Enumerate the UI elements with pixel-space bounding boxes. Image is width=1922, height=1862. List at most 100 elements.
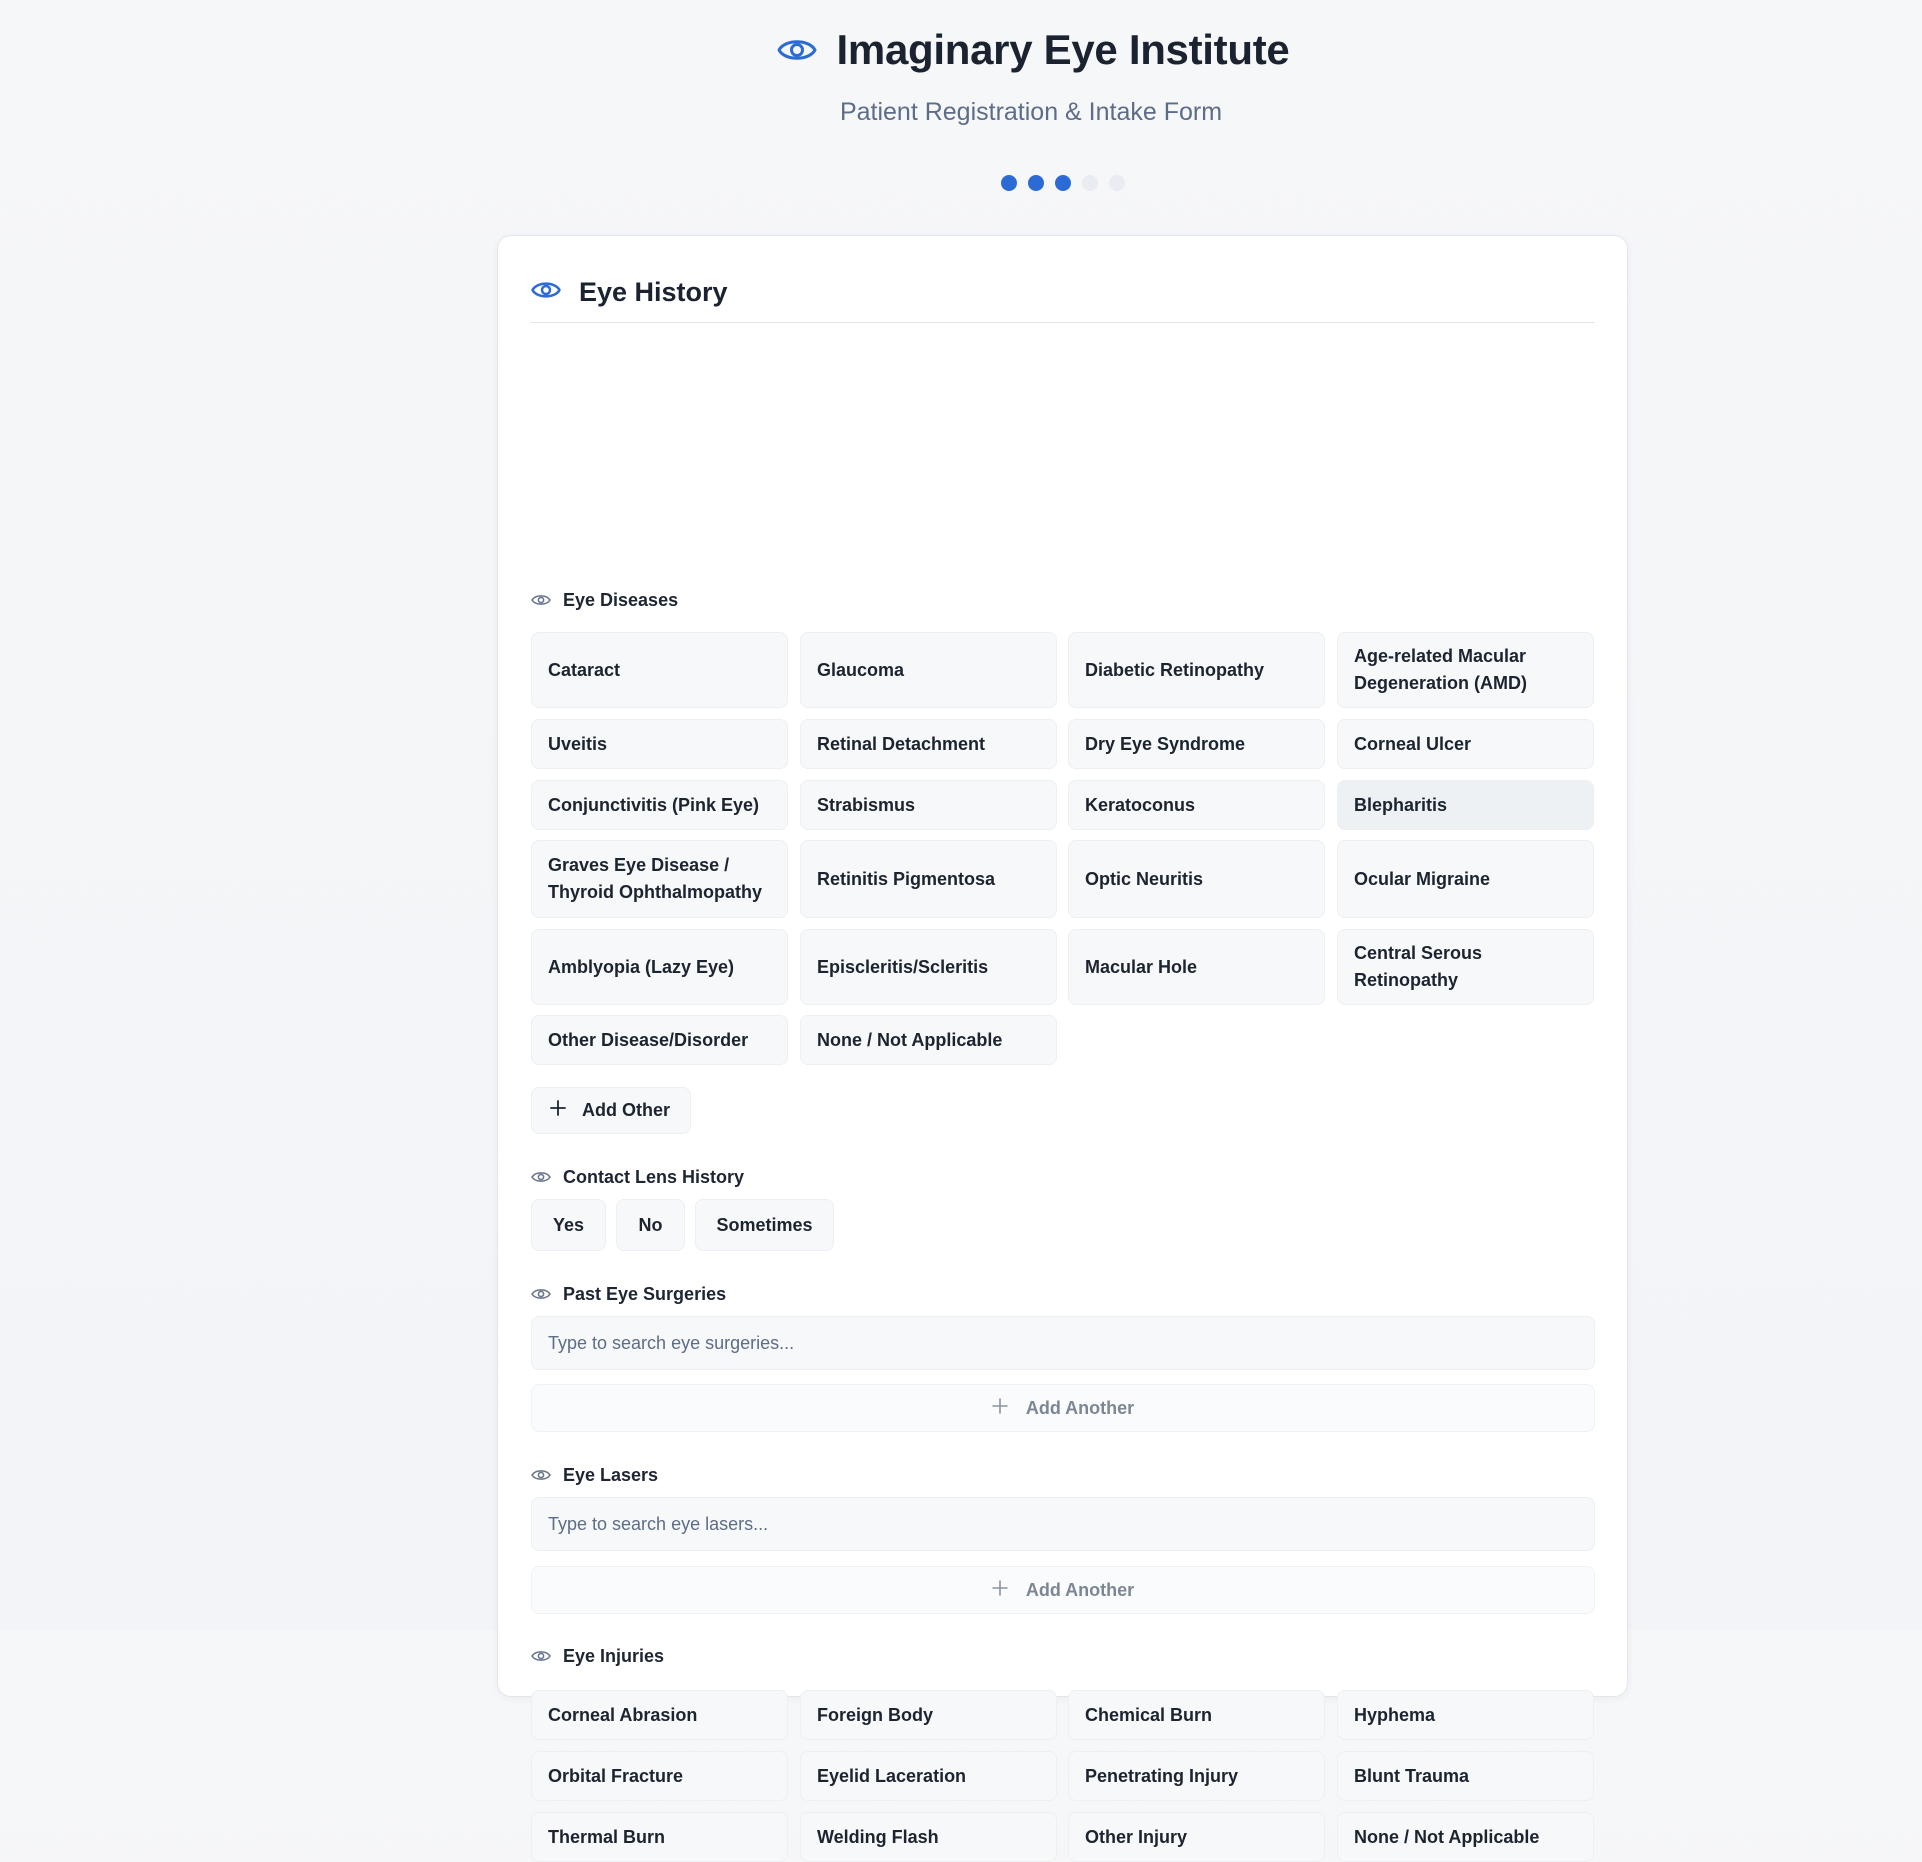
card-title: Eye History <box>579 276 728 307</box>
injury-option[interactable]: Welding Flash <box>800 1812 1057 1862</box>
option-label: Central Serous Retinopathy <box>1354 943 1483 990</box>
disease-option[interactable]: Strabismus <box>800 780 1057 830</box>
option-label: Strabismus <box>817 794 916 815</box>
option-label: Cataract <box>548 659 621 680</box>
section-label-text: Eye Lasers <box>563 1464 659 1485</box>
option-label: Foreign Body <box>817 1704 933 1725</box>
disease-option[interactable]: Graves Eye Disease / Thyroid Ophthalmopa… <box>531 840 788 918</box>
disease-option[interactable]: Central Serous Retinopathy <box>1337 929 1594 1005</box>
progress-dot-3 <box>1055 175 1071 191</box>
disease-option[interactable]: Optic Neuritis <box>1068 840 1325 918</box>
option-label: Ocular Migraine <box>1354 868 1491 889</box>
option-label: Yes <box>552 1214 585 1235</box>
disease-option[interactable]: None / Not Applicable <box>800 1015 1057 1065</box>
option-label: Blunt Trauma <box>1354 1765 1470 1786</box>
page-header: Imaginary Eye Institute Patient Registra… <box>0 22 1922 127</box>
plus-icon <box>550 1100 566 1121</box>
eye-surgeries-search-input[interactable] <box>531 1316 1595 1370</box>
eye-icon <box>531 1287 551 1301</box>
add-another-label: Add Another <box>1025 1397 1135 1418</box>
section-label-text: Eye Diseases <box>563 589 679 610</box>
injury-option[interactable]: Penetrating Injury <box>1068 1751 1325 1801</box>
disease-option[interactable]: Blepharitis <box>1337 780 1594 830</box>
progress-dot-4 <box>1082 175 1098 191</box>
add-other-label: Add Other <box>582 1100 670 1120</box>
option-label: Orbital Fracture <box>548 1765 684 1786</box>
eye-icon <box>777 35 817 65</box>
option-label: Age-related Macular Degeneration (AMD) <box>1354 646 1528 693</box>
option-label: Uveitis <box>548 733 608 754</box>
contact-lens-yes-button[interactable]: Yes <box>531 1199 606 1251</box>
injury-option[interactable]: Hyphema <box>1337 1690 1594 1740</box>
eye-lasers-label: Eye Lasers <box>531 1463 658 1487</box>
disease-option[interactable]: Cataract <box>531 632 788 708</box>
injury-option[interactable]: None / Not Applicable <box>1337 1812 1594 1862</box>
add-another-surgery-button[interactable]: Add Another <box>531 1384 1595 1432</box>
disease-option[interactable]: Ocular Migraine <box>1337 840 1594 918</box>
option-label: Diabetic Retinopathy <box>1085 659 1265 680</box>
injury-option[interactable]: Other Injury <box>1068 1812 1325 1862</box>
option-label: Other Injury <box>1085 1826 1188 1847</box>
option-label: Dry Eye Syndrome <box>1085 733 1246 754</box>
option-label: Corneal Ulcer <box>1354 733 1472 754</box>
disease-option[interactable]: Keratoconus <box>1068 780 1325 830</box>
contact-lens-no-button[interactable]: No <box>616 1199 685 1251</box>
option-label: Retinitis Pigmentosa <box>817 868 996 889</box>
disease-option[interactable]: Dry Eye Syndrome <box>1068 719 1325 769</box>
disease-option[interactable]: Corneal Ulcer <box>1337 719 1594 769</box>
injury-option[interactable]: Blunt Trauma <box>1337 1751 1594 1801</box>
disease-option[interactable]: Macular Hole <box>1068 929 1325 1005</box>
progress-dot-2 <box>1028 175 1044 191</box>
injury-option[interactable]: Eyelid Laceration <box>800 1751 1057 1801</box>
option-label: Glaucoma <box>817 659 905 680</box>
option-label: Blepharitis <box>1354 794 1448 815</box>
disease-option[interactable]: Episcleritis/Scleritis <box>800 929 1057 1005</box>
contact-lens-label: Contact Lens History <box>531 1165 744 1189</box>
card-header: Eye History <box>531 270 728 314</box>
option-label: Retinal Detachment <box>817 733 986 754</box>
contact-lens-sometimes-button[interactable]: Sometimes <box>695 1199 834 1251</box>
plus-icon <box>992 1397 1008 1419</box>
add-other-button[interactable]: Add Other <box>531 1087 691 1134</box>
option-label: Hyphema <box>1354 1704 1436 1725</box>
option-label: Sometimes <box>716 1214 813 1235</box>
disease-option[interactable]: Retinal Detachment <box>800 719 1057 769</box>
progress-dot-1 <box>1001 175 1017 191</box>
injury-option[interactable]: Foreign Body <box>800 1690 1057 1740</box>
eye-icon <box>531 279 561 306</box>
disease-option[interactable]: Glaucoma <box>800 632 1057 708</box>
step-progress-indicator <box>1001 175 1125 191</box>
injury-option[interactable]: Orbital Fracture <box>531 1751 788 1801</box>
disease-option[interactable]: Age-related Macular Degeneration (AMD) <box>1337 632 1594 708</box>
injury-option[interactable]: Thermal Burn <box>531 1812 788 1862</box>
progress-dot-5 <box>1109 175 1125 191</box>
eye-icon <box>531 1170 551 1184</box>
option-label: Thermal Burn <box>548 1826 666 1847</box>
plus-icon <box>992 1579 1008 1601</box>
option-label: Keratoconus <box>1085 794 1196 815</box>
disease-option[interactable]: Uveitis <box>531 719 788 769</box>
option-label: Other Disease/Disorder <box>548 1029 749 1050</box>
eye-history-card: Eye History Eye Diseases Cataract Glauco… <box>497 235 1628 1862</box>
section-label-text: Eye Injuries <box>563 1645 665 1666</box>
option-label: None / Not Applicable <box>1354 1826 1540 1847</box>
add-another-label: Add Another <box>1025 1579 1135 1600</box>
eye-icon <box>531 1649 551 1663</box>
injury-option[interactable]: Corneal Abrasion <box>531 1690 788 1740</box>
option-label: Macular Hole <box>1085 956 1198 977</box>
injury-option[interactable]: Chemical Burn <box>1068 1690 1325 1740</box>
eye-icon <box>531 593 551 607</box>
disease-option[interactable]: Other Disease/Disorder <box>531 1015 788 1065</box>
disease-option[interactable]: Amblyopia (Lazy Eye) <box>531 929 788 1005</box>
option-label: Graves Eye Disease / Thyroid Ophthalmopa… <box>548 855 762 902</box>
option-label: Penetrating Injury <box>1085 1765 1239 1786</box>
eye-lasers-search-input[interactable] <box>531 1497 1595 1551</box>
disease-option[interactable]: Conjunctivitis (Pink Eye) <box>531 780 788 830</box>
past-surgeries-label: Past Eye Surgeries <box>531 1282 726 1306</box>
disease-option[interactable]: Diabetic Retinopathy <box>1068 632 1325 708</box>
option-label: No <box>638 1214 663 1235</box>
disease-option[interactable]: Retinitis Pigmentosa <box>800 840 1057 918</box>
divider <box>531 322 1595 323</box>
add-another-laser-button[interactable]: Add Another <box>531 1566 1595 1614</box>
option-label: Corneal Abrasion <box>548 1704 698 1725</box>
